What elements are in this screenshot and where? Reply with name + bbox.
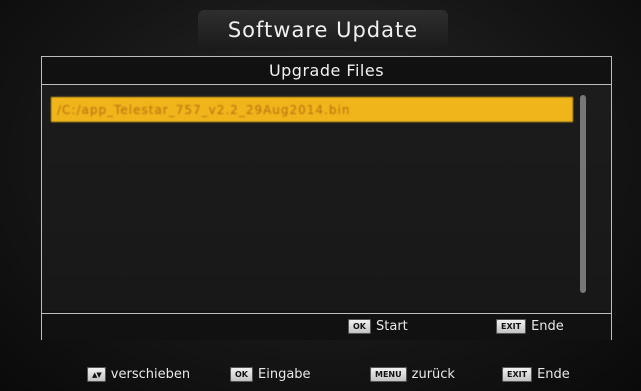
file-item-selected[interactable]: /C:/app_Telestar_757_v2.2_29Aug2014.bin: [51, 97, 573, 122]
exit-key-icon: EXIT: [502, 367, 533, 382]
file-list[interactable]: /C:/app_Telestar_757_v2.2_29Aug2014.bin: [42, 85, 611, 311]
help-exit-label: Ende: [537, 367, 570, 382]
help-bar: ▲▼ verschieben OK Eingabe MENU zurück EX…: [0, 356, 641, 391]
tv-screen: Software Update Upgrade Files /C:/app_Te…: [0, 0, 641, 391]
help-back: MENU zurück: [370, 367, 455, 382]
help-enter-label: Eingabe: [258, 367, 311, 382]
upgrade-files-panel: Upgrade Files /C:/app_Telestar_757_v2.2_…: [41, 56, 612, 340]
help-enter: OK Eingabe: [230, 367, 311, 382]
help-exit: EXIT Ende: [502, 367, 570, 382]
panel-header-text: Upgrade Files: [268, 61, 385, 80]
up-down-arrows-icon: ▲▼: [87, 367, 106, 382]
file-item-label: /C:/app_Telestar_757_v2.2_29Aug2014.bin: [57, 102, 351, 117]
exit-action[interactable]: EXIT Ende: [496, 319, 564, 334]
panel-header: Upgrade Files: [42, 57, 611, 85]
exit-label: Ende: [531, 319, 564, 334]
ok-key-icon: OK: [230, 367, 253, 382]
help-move: ▲▼ verschieben: [87, 367, 190, 382]
help-move-label: verschieben: [110, 367, 191, 382]
exit-key-icon: EXIT: [496, 319, 527, 334]
help-back-label: zurück: [411, 367, 455, 382]
page-title-text: Software Update: [227, 18, 419, 42]
file-list-scrollbar[interactable]: [580, 95, 586, 293]
page-title: Software Update: [198, 10, 448, 50]
panel-footer: OK Start EXIT Ende: [42, 313, 611, 340]
menu-key-icon: MENU: [370, 367, 407, 382]
ok-key-icon: OK: [348, 319, 371, 334]
start-action[interactable]: OK Start: [348, 319, 408, 334]
start-label: Start: [376, 319, 408, 334]
